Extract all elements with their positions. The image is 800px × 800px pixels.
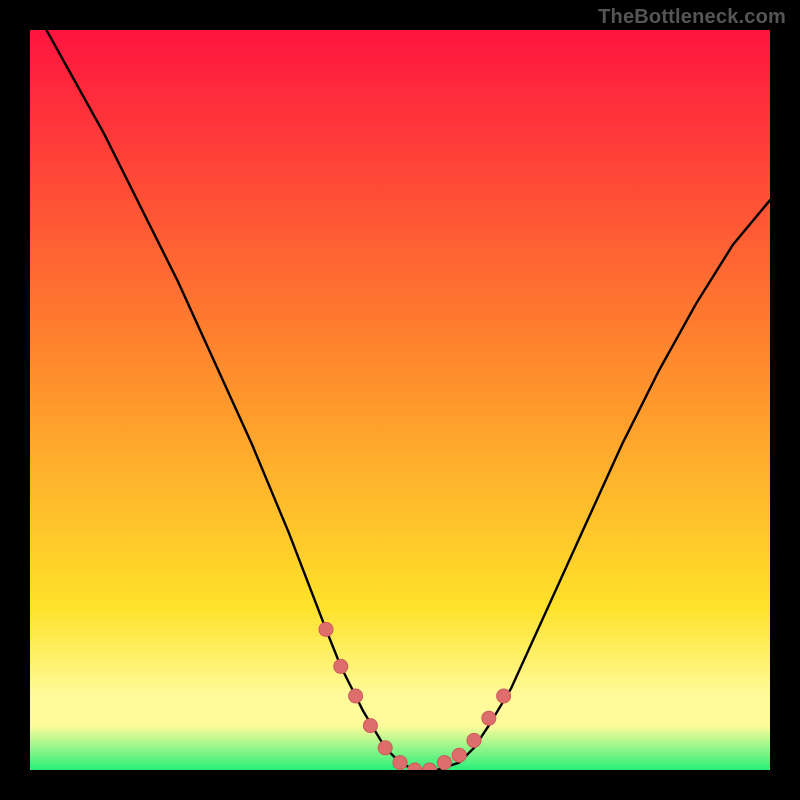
chart-frame: TheBottleneck.com [0, 0, 800, 800]
plot-area [30, 30, 770, 770]
marker-point [452, 748, 466, 762]
marker-point [482, 711, 496, 725]
marker-point [363, 719, 377, 733]
marker-point [497, 689, 511, 703]
marker-point [393, 756, 407, 770]
marker-point [334, 659, 348, 673]
gradient-background [30, 30, 770, 770]
marker-point [349, 689, 363, 703]
bottleneck-chart [30, 30, 770, 770]
marker-point [319, 622, 333, 636]
marker-point [378, 741, 392, 755]
marker-point [467, 733, 481, 747]
watermark-label: TheBottleneck.com [598, 6, 786, 29]
marker-point [437, 756, 451, 770]
